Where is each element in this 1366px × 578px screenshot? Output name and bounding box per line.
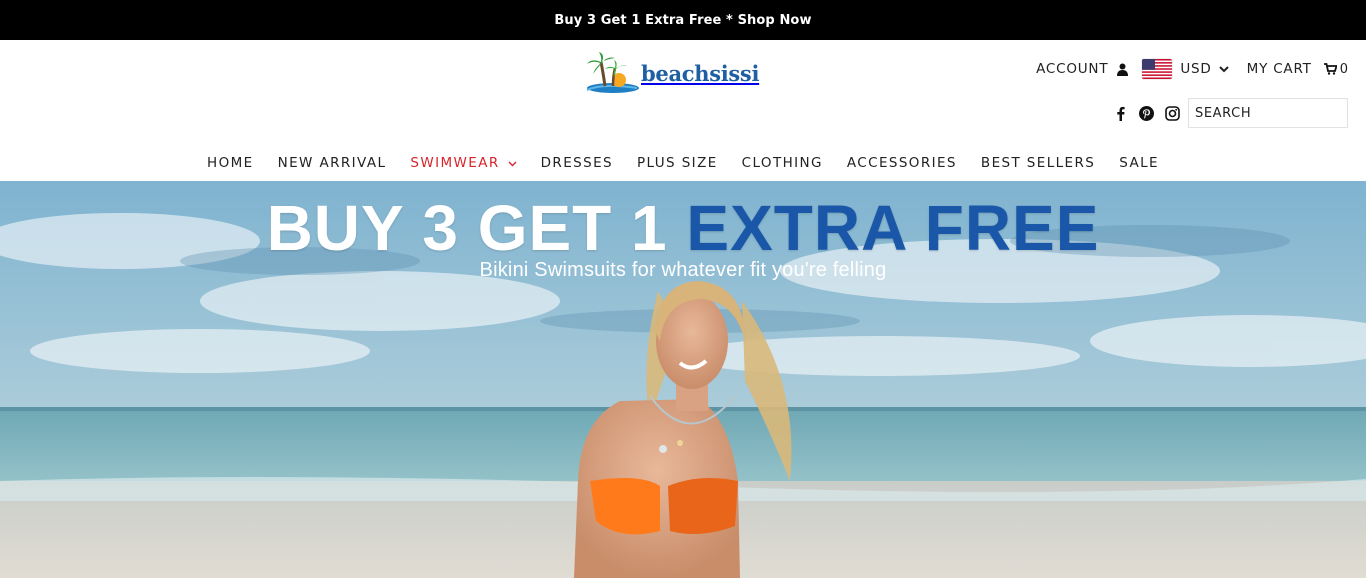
cart-count: 0 — [1339, 61, 1348, 77]
brand-name: beachsissi — [641, 60, 760, 86]
header-utilities: ACCOUNT USD MY CART 0 — [1036, 56, 1348, 82]
chevron-down-icon — [508, 155, 517, 171]
brand-logo[interactable]: beachsissi — [583, 48, 787, 98]
nav-item-plus-size[interactable]: PLUS SIZE — [637, 155, 718, 171]
nav-item-home[interactable]: HOME — [207, 155, 254, 171]
nav-item-dresses[interactable]: DRESSES — [541, 155, 613, 171]
nav-item-swimwear[interactable]: SWIMWEAR — [410, 155, 517, 171]
hero-subline: Bikini Swimsuits for whatever fit you're… — [479, 259, 887, 281]
nav-item-sale[interactable]: SALE — [1119, 155, 1159, 171]
currency-label: USD — [1180, 61, 1212, 77]
us-flag-icon — [1142, 59, 1173, 79]
announcement-bar: Buy 3 Get 1 Extra Free * Shop Now — [0, 0, 1366, 40]
hero-headline-white: BUY 3 GET 1 — [266, 192, 687, 264]
nav-item-accessories[interactable]: ACCESSORIES — [847, 155, 957, 171]
cart-icon[interactable] — [1323, 63, 1337, 75]
instagram-icon[interactable] — [1164, 105, 1180, 121]
account-link[interactable]: ACCOUNT — [1036, 61, 1108, 77]
hero-banner[interactable]: BUY 3 GET 1 EXTRA FREE Bikini Swimsuits … — [0, 181, 1366, 578]
announcement-link[interactable]: Buy 3 Get 1 Extra Free * Shop Now — [554, 13, 811, 28]
palm-tree-island-icon — [583, 50, 639, 96]
pinterest-icon[interactable] — [1138, 105, 1154, 121]
social-links — [1112, 102, 1180, 124]
main-nav: HOME NEW ARRIVAL SWIMWEAR DRESSES PLUS S… — [0, 150, 1366, 176]
hero-headline: BUY 3 GET 1 EXTRA FREE — [0, 191, 1366, 265]
nav-item-clothing[interactable]: CLOTHING — [742, 155, 823, 171]
user-icon[interactable] — [1116, 62, 1128, 76]
nav-item-swimwear-label: SWIMWEAR — [410, 155, 500, 171]
nav-item-best-sellers[interactable]: BEST SELLERS — [981, 155, 1095, 171]
chevron-down-icon — [1218, 60, 1229, 78]
site-header: beachsissi ACCOUNT USD MY CART 0 SEARCH … — [0, 40, 1366, 181]
currency-selector[interactable]: USD — [1180, 60, 1229, 78]
nav-item-new-arrival[interactable]: NEW ARRIVAL — [278, 155, 387, 171]
search-input[interactable] — [1188, 98, 1348, 128]
hero-headline-blue: EXTRA FREE — [686, 192, 1100, 264]
facebook-icon[interactable] — [1112, 105, 1128, 121]
cart-link[interactable]: MY CART — [1247, 61, 1312, 77]
